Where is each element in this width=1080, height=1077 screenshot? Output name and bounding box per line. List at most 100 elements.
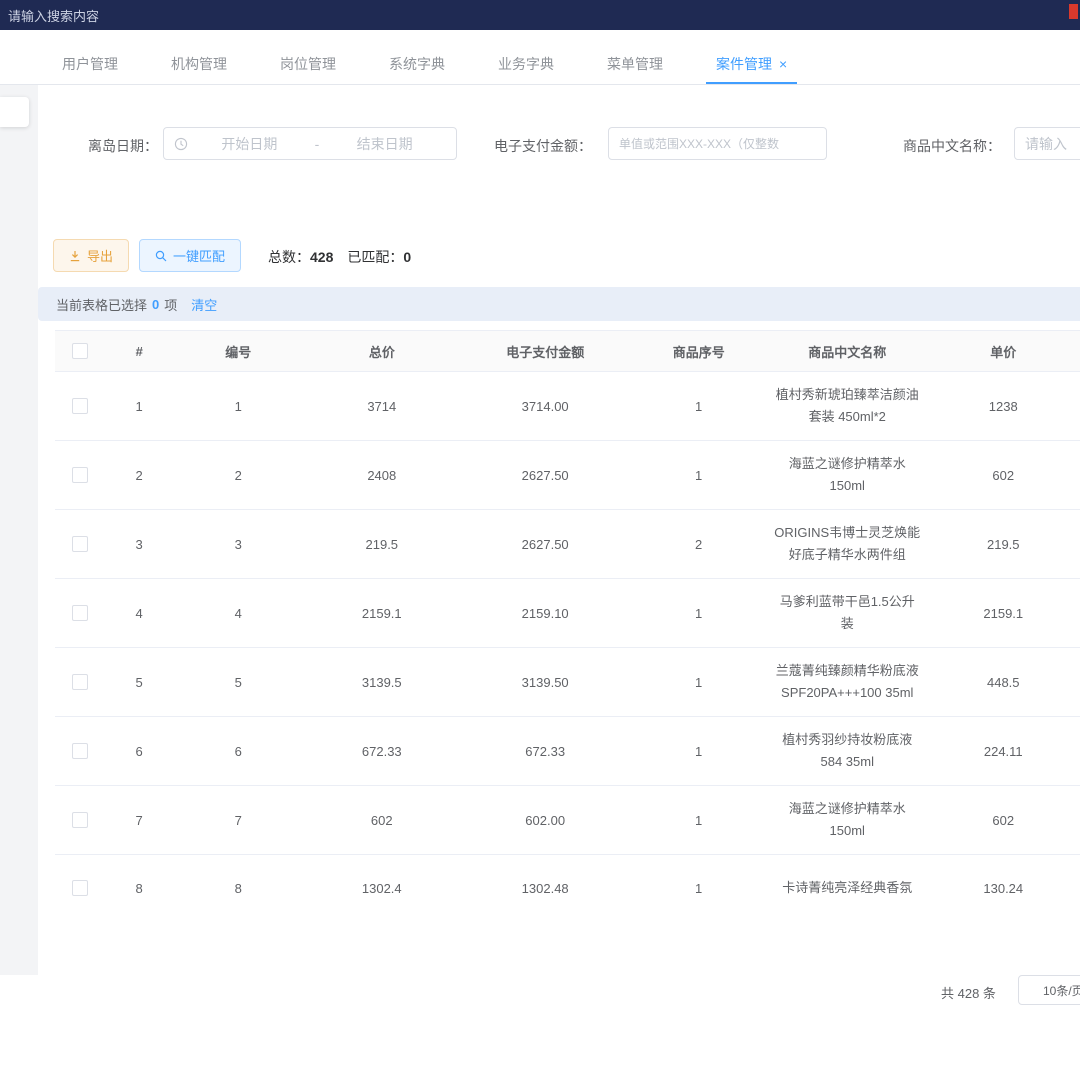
selection-count: 0	[152, 297, 159, 312]
cell-code: 5	[174, 675, 303, 690]
cell-code: 4	[174, 606, 303, 621]
cell-code: 3	[174, 537, 303, 552]
table-row[interactable]: 6 6 672.33 672.33 1 植村秀羽纱持妆粉底液 584 35ml …	[55, 717, 1080, 786]
tab-item[interactable]: 岗位管理	[270, 44, 346, 84]
cell-product-seq: 1	[629, 813, 768, 828]
download-icon	[69, 250, 81, 262]
table-body: 1 1 3714 3714.00 1 植村秀新琥珀臻萃洁颜油套装 450ml*2…	[55, 372, 1080, 908]
cell-product-name: 卡诗菁纯亮泽经典香氛	[768, 877, 927, 899]
tab-item[interactable]: 用户管理	[52, 44, 128, 84]
cell-product-name: 植村秀羽纱持妆粉底液 584 35ml	[768, 729, 927, 773]
tab-item[interactable]: 菜单管理	[597, 44, 673, 84]
topbar-indicator-badge	[1069, 4, 1078, 19]
date-range-input[interactable]: 开始日期 - 结束日期	[163, 127, 457, 160]
tab-item[interactable]: 系统字典	[379, 44, 455, 84]
cell-product-name: 海蓝之谜修护精萃水 150ml	[768, 798, 927, 842]
date-end-placeholder: 结束日期	[323, 134, 446, 154]
cell-total-price: 602	[303, 813, 461, 828]
tab-label: 岗位管理	[280, 56, 336, 72]
global-search-input[interactable]: 请输入搜索内容	[8, 6, 99, 25]
matched-value: 0	[403, 249, 411, 265]
page-size-select[interactable]: 10条/页	[1018, 975, 1080, 1005]
cell-unit-price: 130.24	[927, 881, 1080, 896]
cell-index: 2	[105, 468, 174, 483]
epay-filter-input[interactable]: 单值或范围XXX-XXX（仅整数	[608, 127, 827, 160]
tab-label: 机构管理	[171, 56, 227, 72]
cell-code: 2	[174, 468, 303, 483]
row-checkbox[interactable]	[72, 536, 88, 552]
row-checkbox[interactable]	[72, 605, 88, 621]
product-name-filter-input[interactable]: 请输入	[1014, 127, 1080, 160]
table-row[interactable]: 2 2 2408 2627.50 1 海蓝之谜修护精萃水 150ml 602	[55, 441, 1080, 510]
tab-label: 系统字典	[389, 56, 445, 72]
table-row[interactable]: 3 3 219.5 2627.50 2 ORIGINS韦博士灵芝焕能好底子精华水…	[55, 510, 1080, 579]
row-checkbox[interactable]	[72, 467, 88, 483]
cell-total-price: 2159.1	[303, 606, 461, 621]
cell-product-seq: 2	[629, 537, 768, 552]
column-header: 商品中文名称	[768, 342, 926, 361]
cell-code: 1	[174, 399, 303, 414]
product-name-placeholder: 请输入	[1025, 134, 1067, 154]
cell-product-seq: 1	[629, 399, 768, 414]
cell-index: 6	[105, 744, 174, 759]
column-header: 总价	[303, 342, 461, 361]
cell-unit-price: 2159.1	[927, 606, 1080, 621]
select-all-checkbox[interactable]	[72, 343, 88, 359]
cell-total-price: 219.5	[303, 537, 461, 552]
row-checkbox[interactable]	[72, 674, 88, 690]
table-row[interactable]: 4 4 2159.1 2159.10 1 马爹利蓝带干邑1.5公升装 2159.…	[55, 579, 1080, 648]
cell-unit-price: 448.5	[927, 675, 1080, 690]
export-button[interactable]: 导出	[53, 239, 129, 272]
clear-selection-link[interactable]: 清空	[191, 295, 217, 314]
table-row[interactable]: 1 1 3714 3714.00 1 植村秀新琥珀臻萃洁颜油套装 450ml*2…	[55, 372, 1080, 441]
column-header: #	[105, 344, 174, 359]
match-button-label: 一键匹配	[173, 246, 225, 265]
row-checkbox[interactable]	[72, 812, 88, 828]
cell-index: 5	[105, 675, 174, 690]
row-checkbox[interactable]	[72, 398, 88, 414]
epay-placeholder: 单值或范围XXX-XXX（仅整数	[619, 135, 779, 152]
table-row[interactable]: 5 5 3139.5 3139.50 1 兰蔻菁纯臻颜精华粉底液SPF20PA+…	[55, 648, 1080, 717]
date-start-placeholder: 开始日期	[188, 134, 311, 154]
cell-product-name: 植村秀新琥珀臻萃洁颜油套装 450ml*2	[768, 384, 927, 428]
epay-filter-label: 电子支付金额：	[494, 136, 592, 156]
tab-label: 用户管理	[62, 56, 118, 72]
sidebar-collapse-handle[interactable]	[0, 97, 29, 127]
cell-unit-price: 1238	[927, 399, 1080, 414]
matched-label: 已匹配：	[347, 249, 403, 265]
cell-index: 1	[105, 399, 174, 414]
tab-close-icon[interactable]: ×	[779, 56, 787, 72]
cell-product-name: ORIGINS韦博士灵芝焕能好底子精华水两件组	[768, 522, 927, 566]
selection-prefix: 当前表格已选择	[56, 295, 147, 314]
tab-item[interactable]: 案件管理×	[706, 44, 797, 84]
tab-item[interactable]: 机构管理	[161, 44, 237, 84]
cell-product-name: 兰蔻菁纯臻颜精华粉底液SPF20PA+++100 35ml	[768, 660, 927, 704]
cell-epay-amount: 2627.50	[461, 537, 629, 552]
one-click-match-button[interactable]: 一键匹配	[139, 239, 241, 272]
cell-total-price: 2408	[303, 468, 461, 483]
cell-total-price: 1302.4	[303, 881, 461, 896]
cell-code: 7	[174, 813, 303, 828]
column-header: 单价	[927, 342, 1080, 361]
cell-product-seq: 1	[629, 468, 768, 483]
row-checkbox[interactable]	[72, 743, 88, 759]
product-name-filter-label: 商品中文名称：	[903, 136, 1001, 156]
table-header-row: #编号总价电子支付金额商品序号商品中文名称单价	[55, 330, 1080, 372]
table-row[interactable]: 7 7 602 602.00 1 海蓝之谜修护精萃水 150ml 602	[55, 786, 1080, 855]
selection-info-bar: 当前表格已选择 0 项 清空	[38, 287, 1080, 321]
cell-total-price: 672.33	[303, 744, 461, 759]
cell-code: 8	[174, 881, 303, 896]
export-button-label: 导出	[87, 246, 113, 265]
cell-index: 7	[105, 813, 174, 828]
tab-bar: 用户管理 机构管理 岗位管理 系统字典 业务字典 菜单管理 案件管理×	[0, 30, 1080, 85]
cell-unit-price: 602	[927, 813, 1080, 828]
cell-index: 8	[105, 881, 174, 896]
tab-item[interactable]: 业务字典	[488, 44, 564, 84]
match-stats: 总数：428已匹配：0	[268, 247, 411, 267]
cell-epay-amount: 1302.48	[461, 881, 629, 896]
left-gutter	[0, 85, 38, 975]
row-checkbox[interactable]	[72, 880, 88, 896]
table-row[interactable]: 8 8 1302.4 1302.48 1 卡诗菁纯亮泽经典香氛 130.24	[55, 855, 1080, 908]
top-bar: 请输入搜索内容	[0, 0, 1080, 30]
cell-product-name: 海蓝之谜修护精萃水 150ml	[768, 453, 927, 497]
